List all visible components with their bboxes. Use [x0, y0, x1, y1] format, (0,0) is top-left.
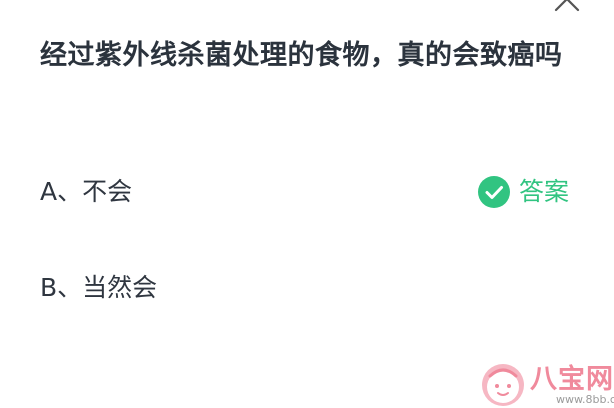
answer-tag: 答案 — [478, 174, 569, 210]
question-text: 经过紫外线杀菌处理的食物，真的会致癌吗 — [40, 40, 563, 71]
option-a-label: A、不会 — [40, 177, 133, 206]
close-button[interactable] — [552, 0, 582, 14]
check-circle-icon — [478, 176, 510, 208]
watermark-logo-icon — [482, 364, 524, 406]
option-a[interactable]: A、不会 答案 — [40, 170, 580, 214]
option-b[interactable]: B、当然会 — [40, 266, 580, 310]
watermark-brand: 八宝网 — [530, 364, 614, 395]
watermark: 八宝网 www.8bb.com — [478, 362, 614, 408]
answer-label: 答案 — [519, 177, 570, 206]
watermark-url: www.8bb.com — [556, 393, 614, 406]
close-icon — [554, 0, 580, 12]
option-b-label: B、当然会 — [40, 273, 158, 302]
